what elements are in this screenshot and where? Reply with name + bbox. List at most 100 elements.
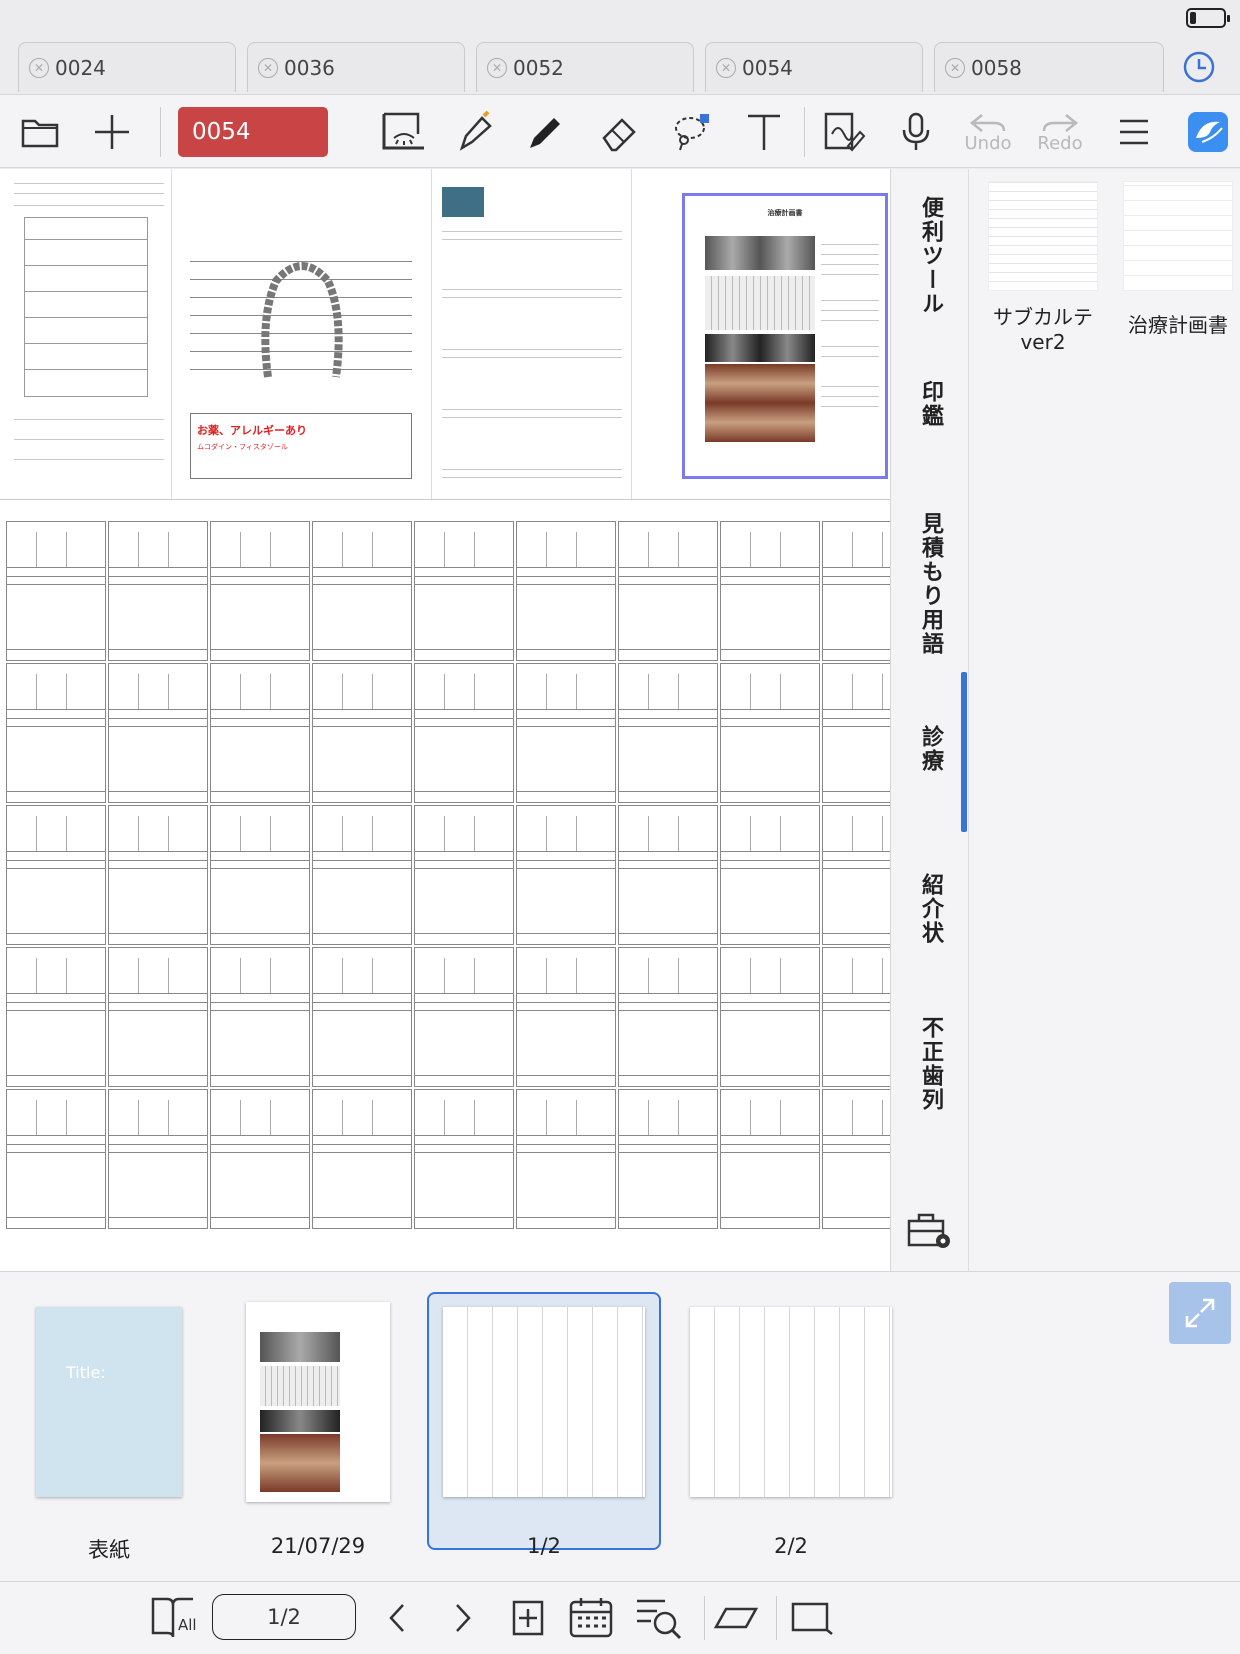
signature-icon bbox=[824, 112, 866, 152]
side-tab-label: 不正歯列 bbox=[918, 1016, 943, 1112]
side-tab-label: 診療 bbox=[918, 725, 943, 773]
page-label: 表紙 bbox=[88, 1538, 130, 1562]
karte-page-thumbnail bbox=[210, 947, 310, 1087]
document-canvas[interactable]: お薬、アレルギーあり ムコダイン・フィスタゾール 治療計画書 bbox=[0, 169, 890, 1271]
karte-page-thumbnail bbox=[6, 1089, 106, 1229]
close-tab-icon[interactable]: ✕ bbox=[258, 57, 278, 78]
tab-0054[interactable]: ✕ 0054 bbox=[705, 42, 923, 92]
close-tab-icon[interactable]: ✕ bbox=[716, 57, 736, 78]
form-page-photos bbox=[432, 169, 632, 499]
app-button[interactable] bbox=[1180, 105, 1236, 159]
highlighter-icon bbox=[459, 110, 492, 151]
karte-page-thumbnail bbox=[720, 805, 820, 945]
template-label: 治療計画書 bbox=[1128, 313, 1228, 337]
karte-page-thumbnail bbox=[108, 663, 208, 803]
close-tab-icon[interactable]: ✕ bbox=[487, 57, 507, 78]
flat-view-button[interactable] bbox=[788, 1592, 836, 1644]
hamburger-icon bbox=[1120, 119, 1148, 145]
page-indicator[interactable]: 1/2 bbox=[212, 1594, 356, 1640]
karte-page-thumbnail bbox=[516, 663, 616, 803]
redo-icon bbox=[1042, 113, 1079, 132]
tab-0058[interactable]: ✕ 0058 bbox=[934, 42, 1164, 92]
expand-button[interactable] bbox=[1169, 1282, 1231, 1344]
karte-page-thumbnail bbox=[720, 663, 820, 803]
karte-page-thumbnail bbox=[618, 1089, 718, 1229]
xray-strip-image bbox=[705, 334, 815, 362]
karte-page-thumbnail bbox=[618, 521, 718, 661]
karte-page-thumbnail bbox=[720, 947, 820, 1087]
karte-page-thumbnail bbox=[312, 805, 412, 945]
sign-button[interactable] bbox=[818, 105, 870, 159]
menu-button[interactable] bbox=[1108, 105, 1160, 159]
side-tab-malocclusion[interactable]: 不正歯列 bbox=[891, 999, 969, 1129]
karte-page-thumbnail bbox=[516, 947, 616, 1087]
karte-page-thumbnail bbox=[312, 947, 412, 1087]
plus-icon bbox=[95, 115, 129, 149]
page-thumb-plan[interactable] bbox=[246, 1302, 390, 1502]
template-label-line2: ver2 bbox=[1020, 330, 1066, 354]
karte-page-thumbnail bbox=[618, 663, 718, 803]
karte-page-thumbnail bbox=[414, 805, 514, 945]
side-tab-treatment[interactable]: 診療 bbox=[891, 699, 969, 799]
karte-page-thumbnail bbox=[822, 805, 890, 945]
settings-button[interactable] bbox=[905, 1209, 955, 1257]
highlighter-button[interactable] bbox=[450, 105, 502, 159]
folder-button[interactable] bbox=[14, 105, 66, 159]
tab-0052[interactable]: ✕ 0052 bbox=[476, 42, 694, 92]
tab-label: 0058 bbox=[971, 55, 1022, 80]
prev-page-button[interactable] bbox=[382, 1592, 412, 1644]
side-tab-label: 見積もり用語 bbox=[918, 512, 943, 656]
text-icon bbox=[748, 114, 780, 150]
template-treatment-plan[interactable]: 治療計画書 bbox=[1113, 177, 1240, 337]
add-page-button[interactable] bbox=[508, 1592, 548, 1644]
karte-page-thumbnail bbox=[414, 521, 514, 661]
karte-page-thumbnail bbox=[312, 1089, 412, 1229]
page-thumb-1[interactable] bbox=[443, 1307, 645, 1497]
mic-button[interactable] bbox=[890, 105, 942, 159]
tab-0036[interactable]: ✕ 0036 bbox=[247, 42, 465, 92]
side-tab-referral[interactable]: 紹介状 bbox=[891, 859, 969, 959]
side-tab-stamp[interactable]: 印鑑 bbox=[891, 359, 969, 449]
battery-icon bbox=[1186, 8, 1230, 28]
view-mode-button[interactable] bbox=[376, 105, 428, 159]
tab-0024[interactable]: ✕ 0024 bbox=[18, 42, 236, 92]
toolbox-gear-icon bbox=[907, 1213, 950, 1248]
karte-page-thumbnail bbox=[516, 1089, 616, 1229]
template-subkarte[interactable]: サブカルテ ver2 bbox=[983, 177, 1103, 354]
side-tab-tools[interactable]: 便利ツール bbox=[891, 181, 969, 331]
pen-icon bbox=[530, 118, 560, 148]
karte-page-thumbnail bbox=[822, 947, 890, 1087]
template-label: サブカルテ bbox=[993, 305, 1093, 329]
microphone-icon bbox=[902, 112, 930, 150]
document-title[interactable]: 0054 bbox=[178, 107, 328, 157]
karte-page-thumbnail bbox=[414, 947, 514, 1087]
rectangle-icon bbox=[791, 1602, 833, 1635]
karte-page-thumbnail bbox=[822, 663, 890, 803]
page-label: 1/2 bbox=[527, 1534, 561, 1558]
calendar-button[interactable] bbox=[566, 1592, 616, 1644]
text-button[interactable] bbox=[738, 105, 790, 159]
redo-button[interactable]: Redo bbox=[1034, 105, 1086, 159]
close-tab-icon[interactable]: ✕ bbox=[945, 57, 965, 78]
tab-label: 0052 bbox=[513, 55, 564, 80]
selected-treatment-plan-page[interactable]: 治療計画書 bbox=[682, 193, 888, 479]
history-button[interactable] bbox=[1170, 42, 1228, 92]
app-logo-icon bbox=[1188, 112, 1228, 152]
side-tab-estimate[interactable]: 見積もり用語 bbox=[891, 509, 969, 659]
karte-page-thumbnail bbox=[312, 663, 412, 803]
add-button[interactable] bbox=[86, 105, 138, 159]
folder-icon bbox=[21, 119, 59, 148]
pen-button[interactable] bbox=[520, 105, 572, 159]
lasso-button[interactable] bbox=[666, 105, 718, 159]
close-tab-icon[interactable]: ✕ bbox=[29, 57, 49, 78]
karte-page-thumbnail bbox=[312, 521, 412, 661]
page-thumb-2[interactable] bbox=[690, 1307, 892, 1497]
eraser-button[interactable] bbox=[594, 105, 646, 159]
form-page-questionnaire bbox=[0, 169, 172, 499]
search-pages-button[interactable] bbox=[632, 1592, 686, 1644]
all-pages-button[interactable]: All bbox=[148, 1592, 198, 1644]
next-page-button[interactable] bbox=[448, 1592, 478, 1644]
page-thumb-cover[interactable]: Title: bbox=[36, 1307, 182, 1497]
undo-button[interactable]: Undo bbox=[962, 105, 1014, 159]
perspective-view-button[interactable] bbox=[712, 1592, 760, 1644]
